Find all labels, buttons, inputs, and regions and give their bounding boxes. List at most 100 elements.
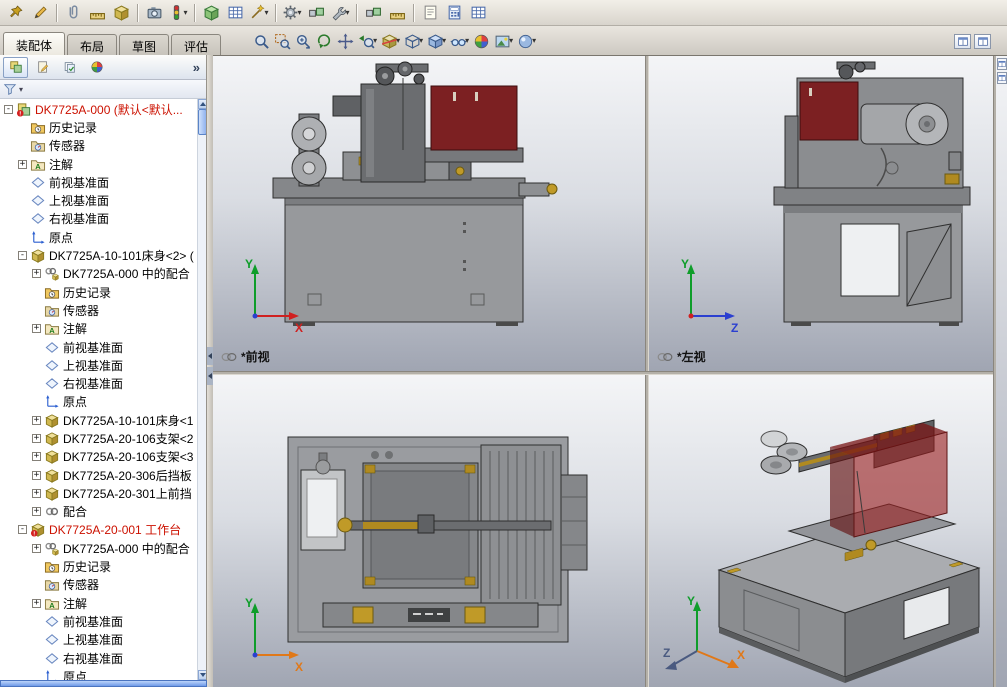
viewport-top[interactable]: Y X: [213, 375, 645, 687]
displaymanager-tab-button[interactable]: [84, 57, 109, 78]
zoom-in-out-button[interactable]: [293, 30, 314, 52]
panel-expand-chevron[interactable]: »: [190, 60, 203, 75]
commandmanager-tab[interactable]: 草图: [119, 34, 170, 55]
horizontal-scrollbar-thumb[interactable]: [0, 680, 207, 687]
paperclip-button[interactable]: [61, 2, 85, 24]
tree-item[interactable]: 原点: [0, 667, 197, 680]
expand-toggle[interactable]: +: [32, 433, 41, 443]
tree-item[interactable]: - DK7725A-20-001 工作台: [0, 521, 197, 539]
split-pane-button-top[interactable]: [996, 58, 1007, 70]
view-settings-dropdown-caret[interactable]: ▾: [532, 37, 536, 45]
commandmanager-tab[interactable]: 装配体: [3, 32, 66, 55]
tree-item[interactable]: 右视基准面: [0, 210, 197, 228]
propertymanager-tab-button[interactable]: [30, 57, 55, 78]
pushpin-button[interactable]: [4, 2, 28, 24]
tree-item[interactable]: - DK7725A-10-101床身<2> (: [0, 246, 197, 264]
edit-appearance-button[interactable]: [471, 30, 492, 52]
view-settings-button[interactable]: ▾: [515, 30, 538, 52]
configurationmanager-tab-button[interactable]: [57, 57, 82, 78]
tree-item[interactable]: + 注解: [0, 320, 197, 338]
split-pane-button-bottom[interactable]: [996, 72, 1007, 84]
view-orientation-button[interactable]: ▾: [402, 30, 425, 52]
expand-toggle[interactable]: -: [18, 251, 27, 261]
previous-view-button[interactable]: ▾: [356, 30, 379, 52]
expand-toggle[interactable]: +: [32, 415, 41, 425]
tree-item[interactable]: 历史记录: [0, 557, 197, 575]
expand-toggle[interactable]: -: [18, 525, 27, 535]
tree-item[interactable]: 前视基准面: [0, 338, 197, 356]
tree-item[interactable]: + DK7725A-20-306后挡板: [0, 466, 197, 484]
filter-dropdown-caret[interactable]: ▾: [19, 85, 23, 94]
tree-vertical-scrollbar[interactable]: [197, 99, 206, 680]
move-component-dropdown-caret[interactable]: ▾: [345, 8, 349, 17]
interference-check-button[interactable]: [361, 2, 385, 24]
horizontal-viewport-splitter[interactable]: [213, 371, 993, 375]
equations-button[interactable]: [442, 2, 466, 24]
pan-button[interactable]: [335, 30, 356, 52]
tree-item[interactable]: 上视基准面: [0, 631, 197, 649]
tree-item[interactable]: + 注解: [0, 594, 197, 612]
display-style-dropdown-caret[interactable]: ▾: [442, 37, 446, 45]
measure-button[interactable]: [85, 2, 109, 24]
tree-item[interactable]: + 配合: [0, 503, 197, 521]
expand-toggle[interactable]: +: [32, 488, 41, 498]
tree-item[interactable]: + DK7725A-20-106支架<3: [0, 448, 197, 466]
rotate-view-button[interactable]: [314, 30, 335, 52]
tree-horizontal-scrollbar[interactable]: [0, 680, 207, 687]
tree-item[interactable]: 历史记录: [0, 283, 197, 301]
viewport-isometric[interactable]: Y X Z: [649, 375, 993, 687]
hide-show-items-button[interactable]: ▾: [448, 30, 471, 52]
wizard-dropdown-caret[interactable]: ▾: [264, 8, 268, 17]
tree-item[interactable]: + DK7725A-000 中的配合: [0, 265, 197, 283]
annotation-note-button[interactable]: [418, 2, 442, 24]
view-orientation-dropdown-caret[interactable]: ▾: [419, 37, 423, 45]
display-style-button[interactable]: ▾: [425, 30, 448, 52]
tree-item[interactable]: 上视基准面: [0, 191, 197, 209]
expand-toggle[interactable]: +: [32, 598, 41, 608]
rebuild-button[interactable]: ▾: [166, 2, 190, 24]
insert-component-button[interactable]: [109, 2, 133, 24]
tree-item[interactable]: 前视基准面: [0, 173, 197, 191]
apply-scene-button[interactable]: ▾: [492, 30, 515, 52]
apply-scene-dropdown-caret[interactable]: ▾: [509, 37, 513, 45]
zoom-area-button[interactable]: [272, 30, 293, 52]
expand-toggle[interactable]: +: [32, 507, 41, 517]
expand-toggle[interactable]: +: [32, 452, 41, 462]
hide-show-items-dropdown-caret[interactable]: ▾: [465, 37, 469, 45]
options-dropdown-caret[interactable]: ▾: [297, 8, 301, 17]
pane-display-button-2[interactable]: [974, 34, 991, 49]
tree-item[interactable]: - DK7725A-000 (默认<默认...: [0, 100, 197, 118]
scroll-down-button[interactable]: [198, 670, 206, 680]
vertical-scrollbar-thumb[interactable]: [198, 109, 206, 135]
capture-view-button[interactable]: [142, 2, 166, 24]
tree-item[interactable]: 原点: [0, 228, 197, 246]
mate-tools-button[interactable]: [304, 2, 328, 24]
move-component-button[interactable]: ▾: [328, 2, 352, 24]
tree-item[interactable]: 原点: [0, 393, 197, 411]
tree-item[interactable]: + DK7725A-20-301上前挡: [0, 484, 197, 502]
tree-item[interactable]: 历史记录: [0, 118, 197, 136]
expand-toggle[interactable]: -: [4, 104, 13, 114]
expand-toggle[interactable]: +: [32, 543, 41, 553]
expand-toggle[interactable]: +: [18, 159, 27, 169]
commandmanager-tab[interactable]: 布局: [67, 34, 118, 55]
design-table-button[interactable]: [223, 2, 247, 24]
commandmanager-tab[interactable]: 评估: [171, 34, 222, 55]
make-part-button[interactable]: [199, 2, 223, 24]
bom-table-button[interactable]: [466, 2, 490, 24]
tree-item[interactable]: + DK7725A-000 中的配合: [0, 539, 197, 557]
viewport-left[interactable]: Y Z *左视: [649, 56, 993, 371]
wizard-button[interactable]: ▾: [247, 2, 271, 24]
measure-tool-button[interactable]: [385, 2, 409, 24]
tree-item[interactable]: 前视基准面: [0, 612, 197, 630]
featuremanager-tab-button[interactable]: [3, 56, 28, 78]
rebuild-dropdown-caret[interactable]: ▾: [183, 8, 187, 17]
previous-view-dropdown-caret[interactable]: ▾: [373, 37, 377, 45]
tree-item[interactable]: + DK7725A-20-106支架<2: [0, 429, 197, 447]
viewport-front[interactable]: Y X *前视: [213, 56, 645, 371]
expand-toggle[interactable]: +: [32, 269, 41, 279]
section-view-button[interactable]: ▾: [379, 30, 402, 52]
tree-item[interactable]: + DK7725A-10-101床身<1: [0, 411, 197, 429]
expand-toggle[interactable]: +: [32, 470, 41, 480]
tree-item[interactable]: + 注解: [0, 155, 197, 173]
